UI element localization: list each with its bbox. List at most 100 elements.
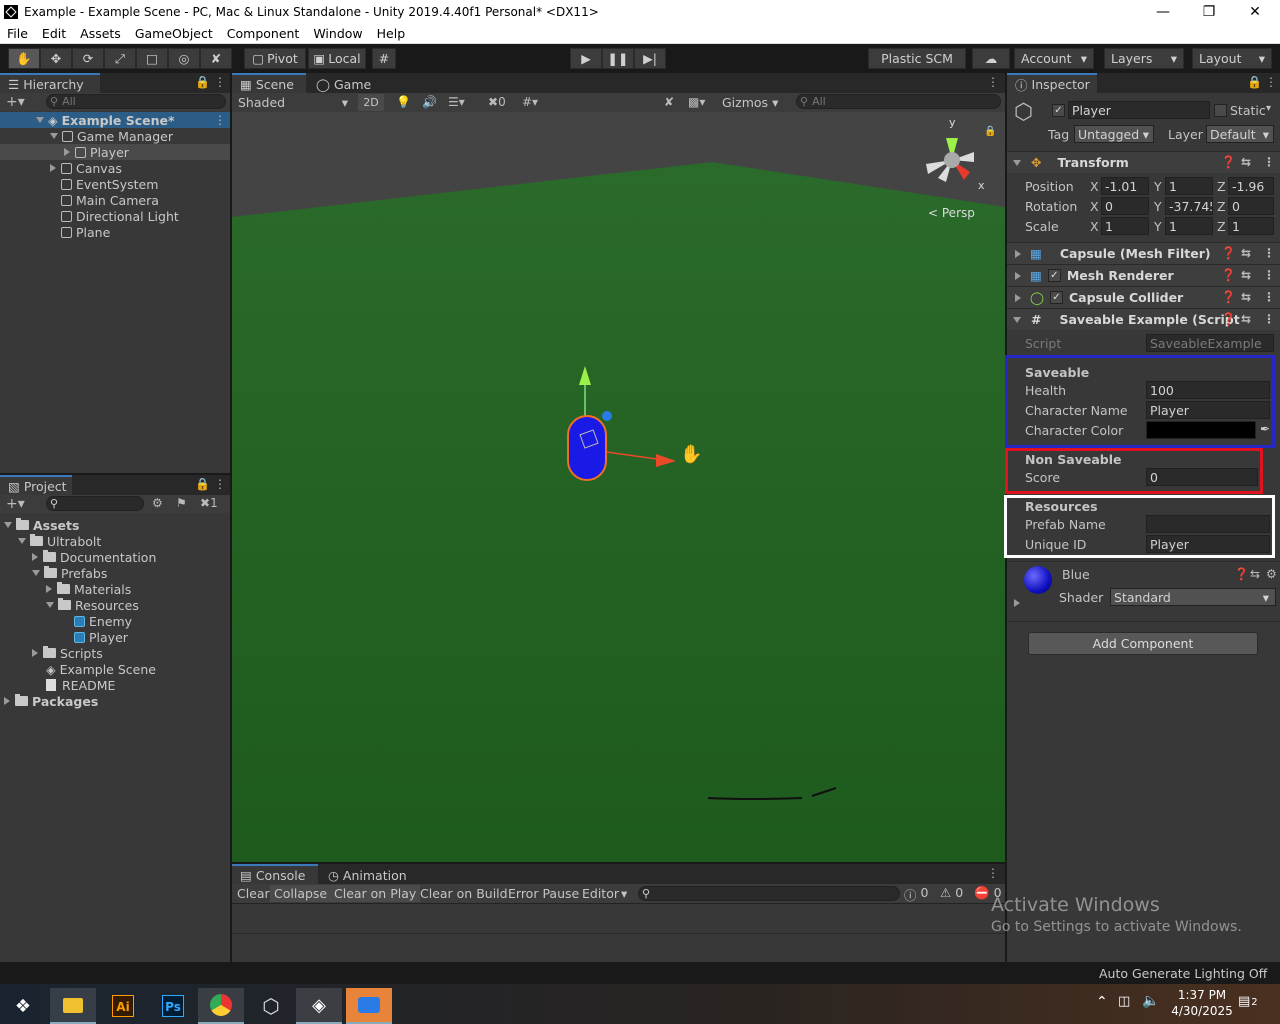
hidden-objects-icon[interactable]: ✖0 — [488, 95, 506, 109]
shader-dropdown[interactable]: Standard ▾ — [1110, 588, 1276, 606]
prefab-name-input[interactable] — [1146, 515, 1270, 533]
grid-snap-button[interactable]: # — [372, 48, 396, 69]
scale-x-input[interactable]: 1 — [1101, 217, 1149, 235]
console-clear-on-build-button[interactable]: Clear on Build — [416, 885, 512, 902]
audio-toggle-icon[interactable]: 🔊 — [422, 95, 437, 109]
chevron-down-icon[interactable]: ▾ — [1266, 103, 1271, 114]
presets-icon[interactable]: ⇆ — [1241, 246, 1251, 260]
menu-help[interactable]: Help — [370, 26, 413, 41]
console-info-count[interactable]: ⓘ 0 — [904, 885, 928, 904]
scene-canvas[interactable]: y x 🔒 — [232, 112, 1005, 862]
presets-icon[interactable]: ⇆ — [1250, 567, 1260, 581]
gizmos-dropdown[interactable]: Gizmos ▾ — [722, 94, 778, 111]
cloud-button[interactable]: ☁ — [972, 48, 1010, 69]
custom-tool-button[interactable]: ✘ — [200, 48, 232, 69]
project-item-assets[interactable]: Assets — [4, 517, 79, 533]
object-name-input[interactable]: Player — [1068, 101, 1210, 119]
menu-component[interactable]: Component — [220, 26, 307, 41]
tag-dropdown[interactable]: Untagged ▾ — [1074, 125, 1154, 143]
mesh-renderer-header[interactable]: ▦ ✓ Mesh Renderer ❓ ⇆ ⋮ — [1007, 264, 1280, 286]
effects-toggle-icon[interactable]: ☰▾ — [448, 95, 465, 109]
kebab-menu-icon[interactable]: ⋮ — [214, 75, 226, 89]
project-item-materials[interactable]: Materials — [46, 581, 131, 597]
menu-gameobject[interactable]: GameObject — [128, 26, 220, 41]
hierarchy-item-plane[interactable]: Plane — [61, 224, 110, 240]
taskbar-unity-editor[interactable]: ◈ — [296, 988, 342, 1024]
console-error-pause-button[interactable]: Error Pause — [504, 885, 583, 902]
pause-button[interactable]: ❚❚ — [602, 48, 634, 69]
volume-icon[interactable]: 🔈 — [1142, 993, 1159, 1009]
lock-icon[interactable]: 🔒 — [195, 477, 210, 491]
kebab-menu-icon[interactable]: ⋮ — [987, 866, 999, 880]
shading-mode-dropdown[interactable]: Shaded ▾ — [234, 94, 352, 111]
kebab-menu-icon[interactable]: ⋮ — [214, 477, 226, 491]
unique-id-input[interactable]: Player — [1146, 535, 1270, 553]
taskbar-chrome[interactable] — [198, 988, 244, 1024]
gizmo-lock-icon[interactable]: 🔒 — [984, 125, 996, 137]
taskbar-clock[interactable]: 1:37 PM 4/30/2025 — [1166, 987, 1238, 1019]
scene-kebab-icon[interactable]: ⋮ — [214, 113, 226, 127]
network-icon[interactable]: ◫ — [1118, 994, 1130, 1009]
console-clear-on-play-button[interactable]: Clear on Play — [330, 885, 421, 902]
menu-assets[interactable]: Assets — [73, 26, 128, 41]
project-item-prefabs[interactable]: Prefabs — [32, 565, 107, 581]
eyedropper-icon[interactable]: ✒ — [1260, 422, 1270, 436]
health-input[interactable]: 100 — [1146, 381, 1270, 399]
mesh-renderer-enabled-checkbox[interactable]: ✓ — [1047, 269, 1061, 282]
create-plus-icon[interactable]: +▾ — [6, 496, 25, 512]
presets-icon[interactable]: ⇆ — [1241, 312, 1251, 326]
filter-label-icon[interactable]: ⚑ — [176, 496, 187, 510]
help-icon[interactable]: ❓ — [1221, 268, 1236, 282]
step-button[interactable]: ▶| — [634, 48, 666, 69]
console-log-area[interactable] — [232, 905, 1005, 934]
project-item-packages[interactable]: Packages — [4, 693, 98, 709]
component-kebab-icon[interactable]: ⋮ — [1263, 268, 1275, 282]
presets-icon[interactable]: ⇆ — [1241, 290, 1251, 304]
component-kebab-icon[interactable]: ⋮ — [1263, 155, 1275, 169]
scale-tool-button[interactable]: ⤢ — [104, 48, 136, 69]
orientation-gizmo[interactable] — [926, 138, 974, 182]
taskbar-illustrator[interactable]: Ai — [100, 988, 146, 1024]
project-item-ultrabolt[interactable]: Ultrabolt — [18, 533, 101, 549]
lock-icon[interactable]: 🔒 — [1247, 75, 1262, 89]
status-lighting-text[interactable]: Auto Generate Lighting Off — [1099, 966, 1267, 981]
hierarchy-item-eventsystem[interactable]: EventSystem — [61, 176, 158, 192]
taskbar-unity-hub[interactable]: ⬡ — [248, 988, 294, 1024]
plastic-scm-button[interactable]: Plastic SCM — [868, 48, 966, 69]
help-icon[interactable]: ❓ — [1234, 567, 1249, 581]
position-z-input[interactable]: -1.96 — [1228, 177, 1274, 195]
tab-game[interactable]: ◯ Game — [308, 73, 378, 93]
position-y-input[interactable]: 1 — [1165, 177, 1213, 195]
static-label[interactable]: Static — [1230, 103, 1266, 118]
maximize-button[interactable]: ❐ — [1186, 0, 1232, 24]
2d-toggle-button[interactable]: 2D — [358, 94, 384, 111]
transform-header[interactable]: ✥ Transform ❓ ⇆ ⋮ — [1007, 151, 1280, 173]
lock-icon[interactable]: 🔒 — [195, 75, 210, 89]
local-button[interactable]: ▣ Local — [308, 48, 366, 69]
project-item-example-scene[interactable]: ◈ Example Scene — [46, 661, 156, 677]
scene-search-input[interactable]: ⚲ All — [796, 94, 1001, 109]
rect-tool-button[interactable]: □ — [136, 48, 168, 69]
project-item-enemy[interactable]: Enemy — [74, 613, 132, 629]
hidden-count-icon[interactable]: ✖1 — [200, 496, 218, 510]
layout-dropdown[interactable]: Layout ▾ — [1192, 48, 1272, 69]
hierarchy-item-main-camera[interactable]: Main Camera — [61, 192, 159, 208]
material-preview-sphere[interactable] — [1024, 566, 1052, 594]
tray-chevron-up-icon[interactable]: ⌃ — [1096, 994, 1108, 1010]
score-input[interactable]: 0 — [1146, 468, 1258, 486]
rotation-x-input[interactable]: 0 — [1101, 197, 1149, 215]
component-kebab-icon[interactable]: ⋮ — [1263, 246, 1275, 260]
account-dropdown[interactable]: Account ▾ — [1014, 48, 1094, 69]
character-color-swatch[interactable] — [1146, 421, 1256, 439]
rotate-tool-button[interactable]: ⟳ — [72, 48, 104, 69]
help-icon[interactable]: ❓ — [1221, 312, 1236, 326]
layer-dropdown[interactable]: Default ▾ — [1206, 125, 1274, 143]
grid-toggle-icon[interactable]: #▾ — [522, 95, 538, 109]
component-kebab-icon[interactable]: ⋮ — [1263, 290, 1275, 304]
rotation-y-input[interactable]: -37.745 — [1165, 197, 1213, 215]
tab-animation[interactable]: ◷ Animation — [320, 864, 420, 884]
console-warning-count[interactable]: ⚠ 0 — [940, 885, 963, 900]
capsule-collider-header[interactable]: ◯ ✓ Capsule Collider ❓ ⇆ ⋮ — [1007, 286, 1280, 308]
help-icon[interactable]: ❓ — [1221, 155, 1236, 169]
persp-label[interactable]: < Persp — [928, 206, 975, 220]
